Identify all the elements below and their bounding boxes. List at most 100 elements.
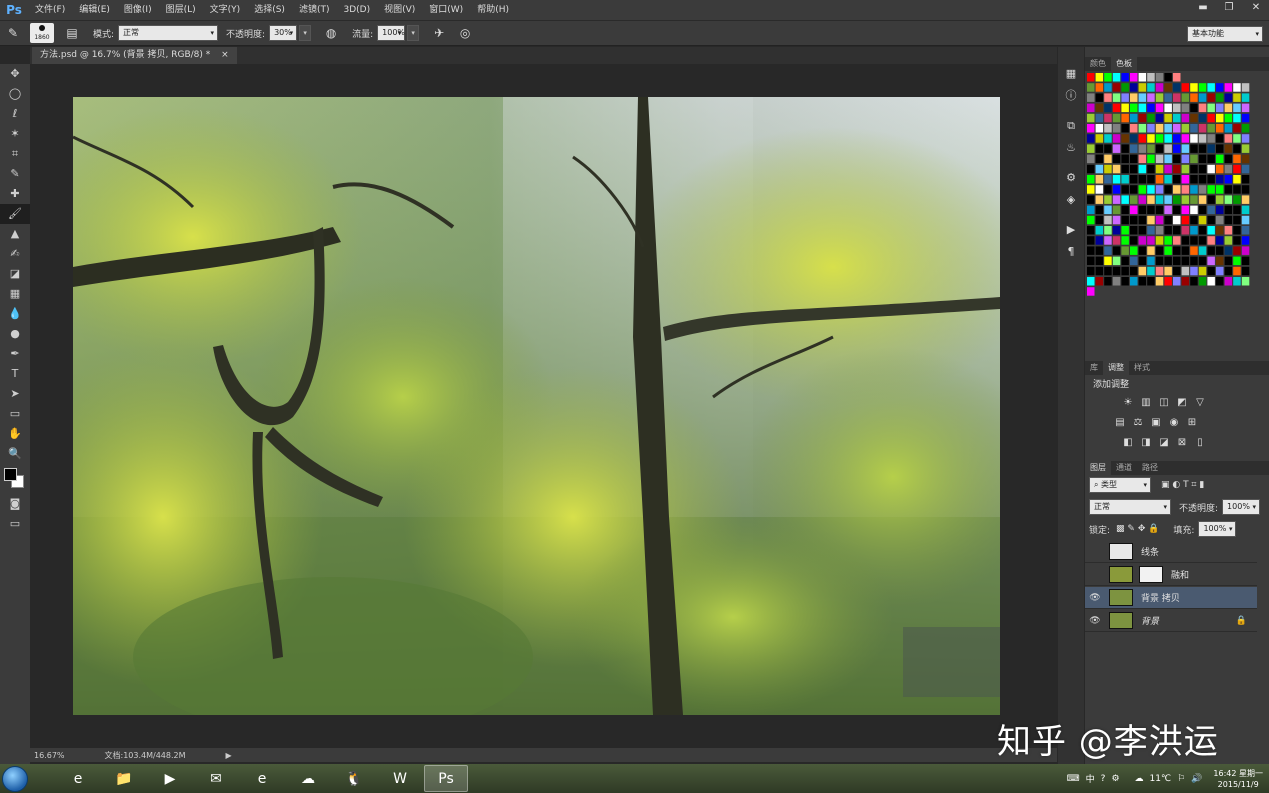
swatch[interactable]	[1173, 124, 1181, 133]
swatch[interactable]	[1198, 103, 1207, 113]
brush-tool-icon[interactable]: ✎	[3, 24, 23, 42]
paragraph-icon[interactable]: ¶	[1058, 241, 1084, 263]
volume-icon[interactable]: 🔊	[1191, 774, 1202, 784]
adjustment-icon[interactable]: ▤	[1111, 415, 1129, 431]
swatch[interactable]	[1241, 134, 1250, 143]
layer-row[interactable]: 线条	[1085, 541, 1257, 563]
swatch[interactable]	[1241, 215, 1250, 225]
adjustment-icon[interactable]: ▽	[1191, 395, 1209, 411]
swatch[interactable]	[1104, 154, 1112, 164]
swatch[interactable]	[1155, 83, 1164, 92]
menu-3d[interactable]: 3D(D)	[336, 0, 377, 20]
swatch[interactable]	[1173, 93, 1181, 102]
menu-view[interactable]: 视图(V)	[377, 0, 422, 20]
swatch[interactable]	[1181, 246, 1190, 255]
start-button[interactable]	[0, 764, 30, 793]
swatch[interactable]	[1112, 164, 1121, 174]
swatch[interactable]	[1173, 144, 1181, 153]
swatch[interactable]	[1138, 246, 1147, 255]
swatch[interactable]	[1216, 226, 1224, 235]
swatch[interactable]	[1198, 164, 1207, 174]
swatch[interactable]	[1198, 93, 1207, 102]
path-select-icon[interactable]: ➤	[0, 384, 30, 404]
zoom-icon[interactable]: 🔍	[0, 444, 30, 464]
swatch[interactable]	[1216, 205, 1224, 215]
opacity-slider-toggle[interactable]: ▾	[299, 25, 312, 41]
swatch[interactable]	[1164, 185, 1172, 194]
swatch[interactable]	[1138, 103, 1147, 113]
swatch[interactable]	[1095, 226, 1104, 235]
swatch[interactable]	[1198, 134, 1207, 143]
swatch[interactable]	[1181, 175, 1190, 184]
swatch[interactable]	[1155, 266, 1164, 276]
swatch[interactable]	[1233, 83, 1241, 92]
swatch[interactable]	[1216, 246, 1224, 255]
swatch[interactable]	[1155, 215, 1164, 225]
swatch[interactable]	[1181, 215, 1190, 225]
swatch[interactable]	[1207, 246, 1215, 255]
swatch[interactable]	[1198, 185, 1207, 194]
swatch[interactable]	[1164, 205, 1172, 215]
media-player-icon[interactable]: ▶	[148, 765, 192, 792]
swatch[interactable]	[1224, 226, 1233, 235]
swatch[interactable]	[1190, 215, 1198, 225]
swatch[interactable]	[1224, 246, 1233, 255]
menu-image[interactable]: 图像(I)	[117, 0, 159, 20]
swatch[interactable]	[1147, 236, 1155, 245]
swatch[interactable]	[1241, 124, 1250, 133]
swatch[interactable]	[1216, 185, 1224, 194]
swatch[interactable]	[1147, 185, 1155, 194]
swatch[interactable]	[1087, 175, 1095, 184]
document-tab-close-button[interactable]: ×	[221, 50, 229, 60]
properties-icon[interactable]: ⚙	[1058, 167, 1084, 189]
info-icon[interactable]: ⓘ	[1058, 85, 1084, 107]
color-tab-1[interactable]: 色板	[1111, 57, 1137, 71]
swatch[interactable]	[1164, 134, 1172, 143]
swatch[interactable]	[1181, 277, 1190, 286]
swatch[interactable]	[1130, 236, 1138, 245]
swatch[interactable]	[1190, 175, 1198, 184]
swatch[interactable]	[1164, 226, 1172, 235]
workspace-dropdown[interactable]: 基本功能	[1187, 26, 1263, 42]
fill-input[interactable]: 100%	[1198, 521, 1237, 537]
swatch[interactable]	[1224, 93, 1233, 102]
history-brush-icon[interactable]: ✍	[0, 244, 30, 264]
swatch[interactable]	[1181, 205, 1190, 215]
swatch[interactable]	[1104, 93, 1112, 102]
swatch[interactable]	[1173, 134, 1181, 143]
swatch[interactable]	[1095, 277, 1104, 286]
layer-row[interactable]: 👁 背景 🔒	[1085, 610, 1257, 632]
swatch[interactable]	[1181, 154, 1190, 164]
foreground-color[interactable]	[4, 468, 17, 481]
status-menu-arrow[interactable]: ▶	[226, 751, 232, 760]
swatch[interactable]	[1207, 83, 1215, 92]
swatch[interactable]	[1130, 73, 1138, 82]
swatch[interactable]	[1112, 175, 1121, 184]
swatch[interactable]	[1241, 164, 1250, 174]
blur-icon[interactable]: 💧	[0, 304, 30, 324]
swatch[interactable]	[1112, 277, 1121, 286]
swatch[interactable]	[1130, 185, 1138, 194]
swatch[interactable]	[1095, 246, 1104, 255]
swatch[interactable]	[1233, 103, 1241, 113]
swatch[interactable]	[1224, 185, 1233, 194]
swatch[interactable]	[1241, 277, 1250, 286]
swatch[interactable]	[1147, 277, 1155, 286]
swatch[interactable]	[1147, 144, 1155, 153]
swatch[interactable]	[1224, 277, 1233, 286]
swatch[interactable]	[1216, 175, 1224, 184]
swatch[interactable]	[1216, 113, 1224, 123]
swatch[interactable]	[1147, 154, 1155, 164]
flow-input[interactable]: 100%	[377, 25, 406, 41]
swatch[interactable]	[1207, 134, 1215, 143]
adjust-tab-2[interactable]: 样式	[1129, 361, 1155, 375]
swatch[interactable]	[1198, 226, 1207, 235]
swatch[interactable]	[1173, 164, 1181, 174]
swatch[interactable]	[1138, 256, 1147, 266]
swatch[interactable]	[1130, 144, 1138, 153]
swatch[interactable]	[1130, 113, 1138, 123]
swatch[interactable]	[1147, 113, 1155, 123]
layer-mask-thumbnail[interactable]	[1139, 566, 1163, 583]
quick-mask-icon[interactable]: ◙	[0, 494, 30, 514]
swatch[interactable]	[1087, 103, 1095, 113]
